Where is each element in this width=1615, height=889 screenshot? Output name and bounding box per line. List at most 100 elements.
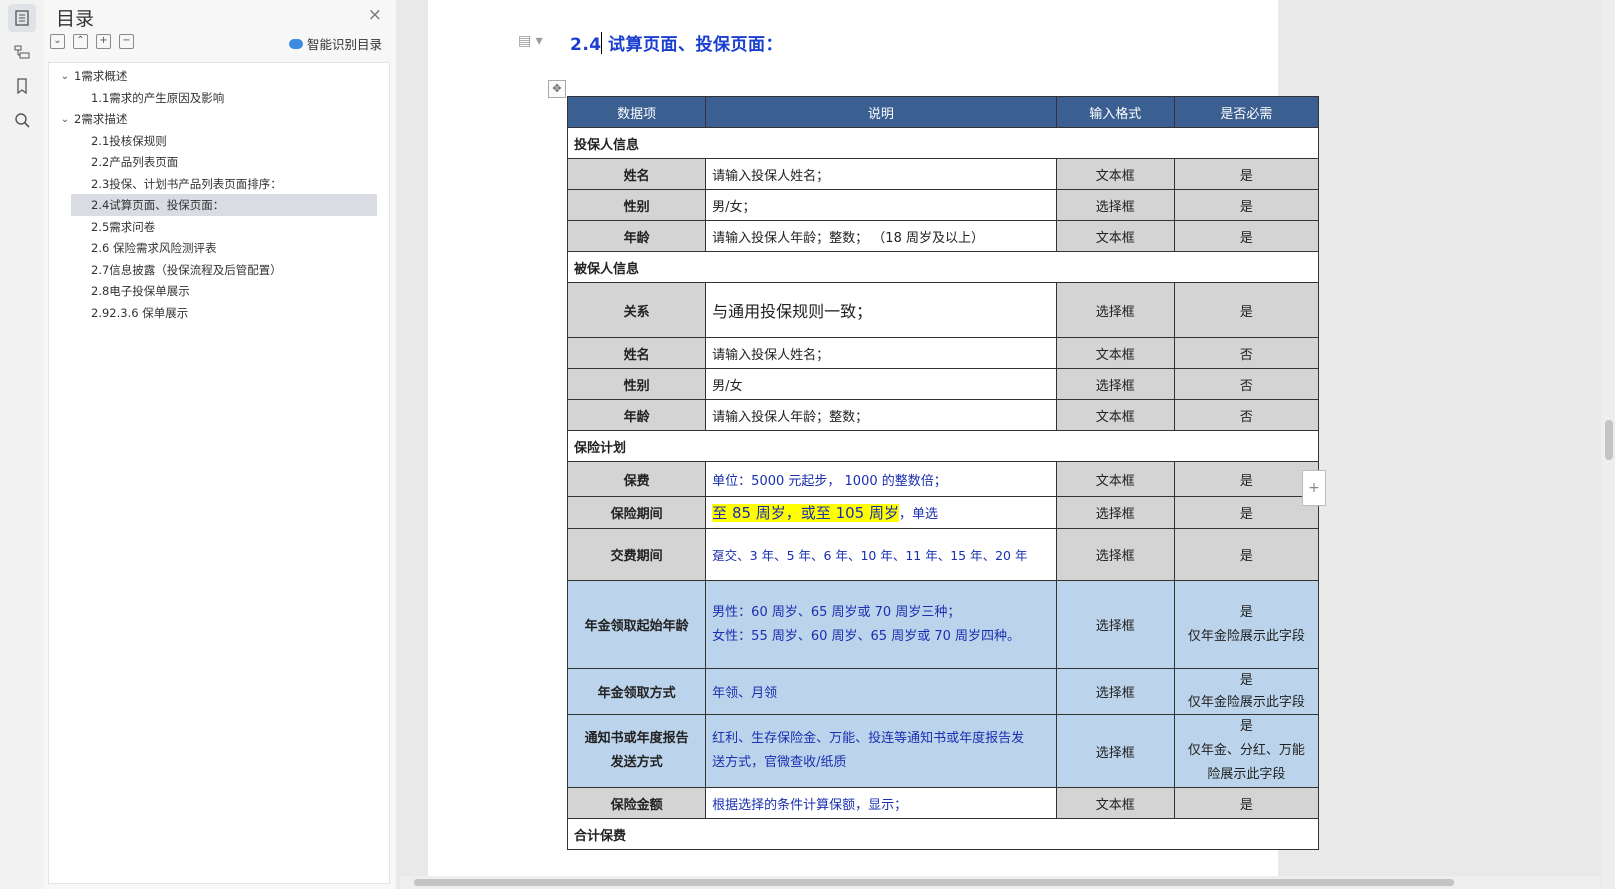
- cell-format[interactable]: 选择框: [1055, 282, 1175, 338]
- cell-item[interactable]: 保险期间: [566, 496, 707, 529]
- chevron-down-icon[interactable]: ⌄: [59, 71, 71, 82]
- horizontal-scrollbar[interactable]: [400, 876, 1600, 889]
- cell-item[interactable]: 通知书或年度报告 发送方式: [566, 714, 707, 788]
- cell-desc[interactable]: 红利、生存保险金、万能、投连等通知书或年度报告发 送方式，官微查收/纸质: [705, 714, 1057, 788]
- section-row[interactable]: 合计保费: [567, 818, 1319, 850]
- smart-toc-button[interactable]: 智能识别目录: [288, 34, 382, 53]
- cell-req[interactable]: 是 仅年金、分红、万能 险展示此字段: [1173, 714, 1320, 788]
- cell-desc[interactable]: 请输入投保人姓名；: [705, 158, 1057, 190]
- cell-item[interactable]: 年龄: [566, 399, 707, 431]
- cell-format[interactable]: 文本框: [1055, 461, 1175, 497]
- cell-req[interactable]: 是 仅年金险展示此字段: [1173, 668, 1320, 715]
- cell-req[interactable]: 是: [1173, 496, 1320, 529]
- toc-item[interactable]: 2.6 保险需求风险测评表: [91, 237, 381, 259]
- cell-desc[interactable]: 请输入投保人姓名；: [705, 337, 1057, 369]
- collapse-all-icon[interactable]: ⌃: [73, 34, 88, 49]
- cell-desc[interactable]: 至 85 周岁，或至 105 周岁，单选: [705, 496, 1057, 529]
- toc-item[interactable]: 2.2产品列表页面: [91, 151, 381, 173]
- cell-req[interactable]: 否: [1173, 368, 1320, 400]
- desc-line: 男性：60 周岁、65 周岁或 70 周岁三种；: [712, 604, 961, 620]
- expand-all-icon[interactable]: ⌄: [50, 34, 65, 49]
- toc-item[interactable]: 2.8电子投保单展示: [91, 280, 381, 302]
- toc-item[interactable]: 2.92.3.6 保单展示: [91, 302, 381, 324]
- table-row: 关系 与通用投保规则一致； 选择框 是: [566, 282, 1320, 338]
- cell-desc[interactable]: 男/女: [705, 368, 1057, 400]
- cell-item[interactable]: 年金领取方式: [566, 668, 707, 715]
- table-row: 年金领取起始年龄 男性：60 周岁、65 周岁或 70 周岁三种； 女性：55 …: [566, 580, 1320, 669]
- cell-format[interactable]: 选择框: [1055, 580, 1175, 669]
- cell-item[interactable]: 年金领取起始年龄: [566, 580, 707, 669]
- cell-format[interactable]: 文本框: [1055, 220, 1175, 252]
- document-page[interactable]: ▤ ▾ 2.4 试算页面、投保页面： ✥ 数据项 说明 输入格式 是否必需 投保…: [428, 0, 1320, 880]
- cell-req[interactable]: 是: [1173, 461, 1320, 497]
- cell-item[interactable]: 性别: [566, 189, 707, 221]
- toc-item-selected[interactable]: 2.4试算页面、投保页面：: [71, 194, 377, 216]
- desc-line: 送方式，官微查收/纸质: [712, 755, 847, 770]
- close-icon[interactable]: ×: [368, 7, 382, 24]
- cell-item[interactable]: 关系: [566, 282, 707, 338]
- search-icon[interactable]: [8, 106, 36, 134]
- cell-desc[interactable]: 年领、月领: [705, 668, 1057, 715]
- toc-item[interactable]: 2.7信息披露（投保流程及后管配置）: [91, 259, 381, 281]
- cell-item[interactable]: 交费期间: [566, 528, 707, 581]
- cell-item[interactable]: 保费: [566, 461, 707, 497]
- table-row: 年龄 请输入投保人年龄；整数； 文本框 否: [566, 399, 1320, 431]
- cell-req[interactable]: 是: [1173, 282, 1320, 338]
- section-row[interactable]: 投保人信息: [567, 127, 1319, 159]
- cell-req[interactable]: 是: [1173, 158, 1320, 190]
- section-row[interactable]: 保险计划: [567, 430, 1319, 462]
- bookmark-icon[interactable]: [8, 72, 36, 100]
- vertical-scrollbar[interactable]: [1601, 0, 1615, 889]
- cell-item[interactable]: 保险金额: [566, 787, 707, 819]
- cell-desc[interactable]: 单位：5000 元起步， 1000 的整数倍；: [705, 461, 1057, 497]
- horizontal-scroll-thumb[interactable]: [414, 879, 1454, 886]
- table-row: 通知书或年度报告 发送方式 红利、生存保险金、万能、投连等通知书或年度报告发 送…: [566, 714, 1320, 788]
- cell-format[interactable]: 文本框: [1055, 787, 1175, 819]
- cell-desc[interactable]: 男性：60 周岁、65 周岁或 70 周岁三种； 女性：55 周岁、60 周岁、…: [705, 580, 1057, 669]
- table-move-icon[interactable]: ✥: [548, 80, 566, 98]
- toc-item[interactable]: 2.5需求问卷: [91, 216, 381, 238]
- cell-format[interactable]: 选择框: [1055, 189, 1175, 221]
- toc-item[interactable]: 2.1投核保规则: [91, 130, 381, 152]
- cell-format[interactable]: 选择框: [1055, 668, 1175, 715]
- cell-desc[interactable]: 与通用投保规则一致；: [705, 282, 1057, 338]
- cell-item[interactable]: 性别: [566, 368, 707, 400]
- cell-format[interactable]: 选择框: [1055, 496, 1175, 529]
- toc-item[interactable]: ⌄ 2需求描述: [59, 108, 379, 130]
- cell-format[interactable]: 文本框: [1055, 337, 1175, 369]
- cell-format[interactable]: 选择框: [1055, 714, 1175, 788]
- add-entry-icon[interactable]: +: [96, 34, 111, 49]
- toc-item[interactable]: 1.1需求的产生原因及影响: [91, 87, 381, 109]
- add-column-button[interactable]: +: [1302, 470, 1326, 506]
- toc-list: ⌄ 1需求概述 1.1需求的产生原因及影响 ⌄ 2需求描述 2.1投核保规则 2.2…: [48, 62, 390, 884]
- cell-desc[interactable]: 请输入投保人年龄；整数；: [705, 399, 1057, 431]
- section-row[interactable]: 被保人信息: [567, 251, 1319, 283]
- cell-req[interactable]: 是 仅年金险展示此字段: [1173, 580, 1320, 669]
- cell-format[interactable]: 选择框: [1055, 368, 1175, 400]
- chevron-down-icon[interactable]: ⌄: [59, 114, 71, 125]
- cell-desc[interactable]: 根据选择的条件计算保额，显示；: [705, 787, 1057, 819]
- cell-req[interactable]: 是: [1173, 787, 1320, 819]
- toc-item[interactable]: ⌄ 1需求概述: [59, 65, 379, 87]
- cell-req[interactable]: 否: [1173, 337, 1320, 369]
- cell-item[interactable]: 姓名: [566, 158, 707, 190]
- cell-desc[interactable]: 男/女；: [705, 189, 1057, 221]
- cell-item[interactable]: 姓名: [566, 337, 707, 369]
- cell-req[interactable]: 是: [1173, 189, 1320, 221]
- toc-item[interactable]: 2.3投保、计划书产品列表页面排序：: [91, 173, 381, 195]
- cell-format[interactable]: 选择框: [1055, 528, 1175, 581]
- cell-req[interactable]: 是: [1173, 528, 1320, 581]
- cell-desc[interactable]: 趸交、3 年、5 年、6 年、10 年、11 年、15 年、20 年: [705, 528, 1057, 581]
- cell-format[interactable]: 文本框: [1055, 158, 1175, 190]
- cell-format[interactable]: 文本框: [1055, 399, 1175, 431]
- side-toolstrip: [0, 0, 45, 889]
- toc-icon[interactable]: [8, 4, 36, 32]
- vertical-scroll-thumb[interactable]: [1605, 420, 1613, 460]
- structure-icon[interactable]: [8, 38, 36, 66]
- cell-desc[interactable]: 请输入投保人年龄；整数； （18 周岁及以上）: [705, 220, 1057, 252]
- paragraph-icon[interactable]: ▤ ▾: [518, 33, 543, 49]
- cell-item[interactable]: 年龄: [566, 220, 707, 252]
- cell-req[interactable]: 是: [1173, 220, 1320, 252]
- remove-entry-icon[interactable]: −: [119, 34, 134, 49]
- cell-req[interactable]: 否: [1173, 399, 1320, 431]
